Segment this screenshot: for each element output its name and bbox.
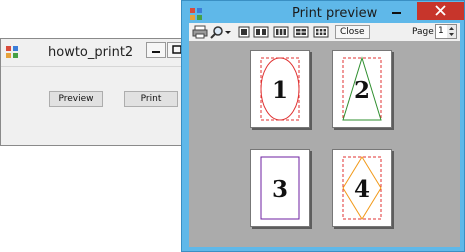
main-title-bar[interactable]: howto_print2	[1, 39, 194, 67]
preview-toolbar: Close Page 1	[189, 23, 460, 42]
main-window: howto_print2 Preview Print	[0, 38, 195, 146]
page-number: 4	[354, 176, 370, 203]
page-number: 2	[354, 77, 370, 104]
preview-page: 4	[332, 149, 392, 227]
page-drawing: 2	[342, 56, 382, 121]
six-pages-icon[interactable]	[313, 25, 329, 39]
page-label: Page	[412, 27, 434, 37]
preview-page: 1	[250, 50, 310, 128]
minimize-icon	[392, 12, 401, 14]
preview-window-title: Print preview	[292, 6, 378, 21]
four-pages-icon[interactable]	[293, 25, 309, 39]
preview-button[interactable]: Preview	[49, 91, 103, 107]
page-number: 3	[272, 176, 288, 203]
app-icon	[190, 8, 202, 20]
main-client-area: Preview Print	[7, 67, 192, 127]
page-drawing: 1	[260, 57, 300, 121]
app-icon	[6, 46, 18, 58]
print-button[interactable]: Print	[124, 91, 178, 107]
zoom-icon[interactable]	[210, 25, 224, 39]
page-drawing: 3	[260, 156, 300, 220]
print-icon[interactable]	[192, 25, 208, 39]
zoom-dropdown-icon[interactable]	[224, 25, 232, 39]
page-spinner[interactable]: 1	[435, 24, 457, 39]
minimize-icon	[152, 51, 160, 53]
preview-page: 3	[250, 149, 310, 227]
main-window-title: howto_print2	[48, 45, 134, 60]
two-pages-icon[interactable]	[253, 25, 269, 39]
one-page-icon[interactable]	[238, 25, 250, 39]
close-icon	[435, 5, 446, 16]
three-pages-icon[interactable]	[273, 25, 289, 39]
close-window-button[interactable]	[417, 2, 464, 20]
print-preview-window: Print preview Close Page 1 1 2 3 4	[181, 0, 465, 252]
page-drawing: 4	[342, 156, 382, 220]
page-value: 1	[438, 26, 444, 36]
minimize-button[interactable]	[146, 42, 166, 58]
preview-page: 2	[332, 50, 392, 128]
minimize-button[interactable]	[383, 2, 409, 20]
page-number: 1	[272, 77, 288, 104]
spinner-arrows-icon[interactable]	[447, 25, 456, 38]
close-preview-button[interactable]: Close	[335, 25, 370, 39]
preview-area[interactable]: 1 2 3 4	[189, 41, 460, 247]
